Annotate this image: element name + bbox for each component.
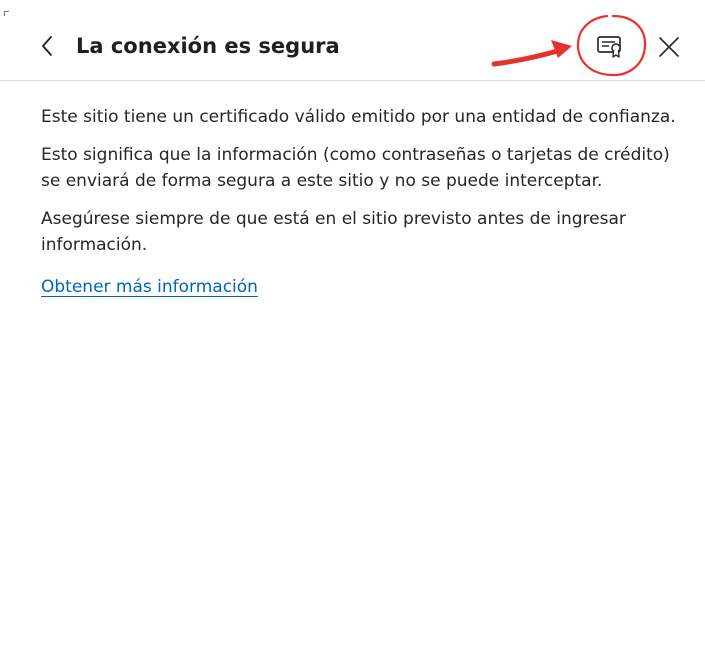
connection-info-panel: La conexión es segura Este sitio tiene u… [0, 0, 705, 648]
back-button[interactable] [33, 31, 61, 61]
warning-paragraph: Asegúrese siempre de que está en el siti… [41, 209, 626, 255]
close-icon [659, 37, 679, 57]
panel-content: Este sitio tiene un certificado válido e… [41, 104, 681, 300]
panel-header: La conexión es segura [0, 0, 705, 81]
close-button[interactable] [651, 29, 687, 65]
learn-more-link[interactable]: Obtener más información [41, 274, 258, 300]
certificate-paragraph: Este sitio tiene un certificado válido e… [41, 107, 676, 127]
certificate-icon [597, 36, 621, 58]
security-paragraph: Esto significa que la información (como … [41, 145, 670, 191]
certificate-button[interactable] [590, 28, 630, 66]
chevron-left-icon [42, 36, 52, 56]
panel-title: La conexión es segura [76, 34, 340, 58]
